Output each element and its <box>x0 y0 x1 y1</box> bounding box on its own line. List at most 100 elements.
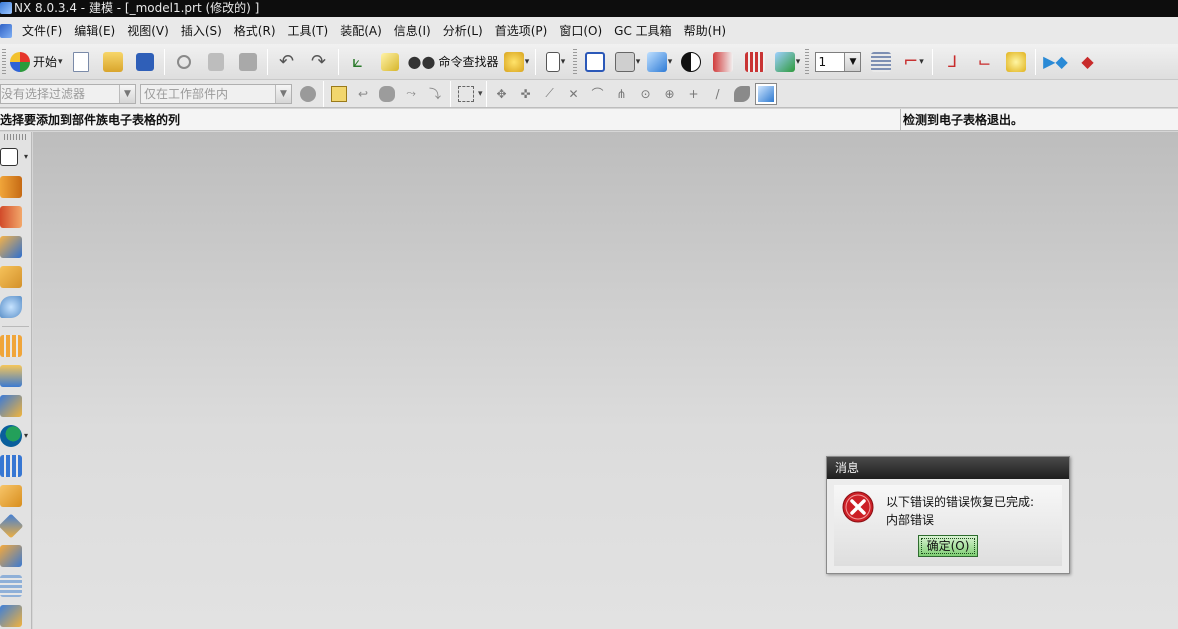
tangent-curves-button[interactable]: ⤳ <box>400 83 422 105</box>
intersection-snap-button[interactable]: ✕ <box>563 83 585 105</box>
tangent-snap-button[interactable]: ⊕ <box>659 83 681 105</box>
block-icon <box>0 236 22 258</box>
paste-button[interactable] <box>234 48 262 76</box>
layer-settings-button[interactable] <box>867 48 895 76</box>
selection-scope-select[interactable]: 仅在工作部件内 ▼ <box>140 83 292 104</box>
start-button[interactable]: 开始 <box>10 48 63 76</box>
midpoint-snap-button[interactable]: ✜ <box>515 83 537 105</box>
revolve-icon <box>0 206 22 228</box>
rotate-wcs-button[interactable] <box>1002 48 1030 76</box>
toolbar-grip[interactable] <box>2 48 6 75</box>
chevron-down-icon[interactable]: ▾ <box>478 89 483 99</box>
section-view-button[interactable] <box>709 48 737 76</box>
sketch-button[interactable] <box>0 142 31 172</box>
chevron-down-icon[interactable]: ▼ <box>119 84 135 103</box>
menu-tools[interactable]: 工具(T) <box>282 22 335 39</box>
shell-button[interactable] <box>0 541 31 571</box>
origin-button[interactable]: ⅃ <box>938 48 966 76</box>
menu-window[interactable]: 窗口(O) <box>553 22 608 39</box>
existing-point-snap-button[interactable]: + <box>683 83 705 105</box>
menu-view[interactable]: 视图(V) <box>121 22 175 39</box>
edge-blend-button[interactable] <box>0 292 31 322</box>
view-selection-button[interactable] <box>754 82 777 105</box>
mirror-button[interactable] <box>0 601 31 629</box>
menu-insert[interactable]: 插入(S) <box>175 22 228 39</box>
clip-section-button[interactable] <box>741 48 769 76</box>
face-rule-button[interactable] <box>376 83 398 105</box>
wcs-dynamics-button[interactable]: ⌙ <box>970 48 998 76</box>
point-set-icon <box>0 395 22 417</box>
curve-rule-button[interactable]: ↩ <box>352 83 374 105</box>
redo-button[interactable]: ↷ <box>305 48 333 76</box>
point-on-surface-snap-button[interactable] <box>731 83 753 105</box>
redo-icon: ↷ <box>311 51 327 72</box>
toolbar-grip[interactable] <box>805 48 810 75</box>
simulation-button[interactable]: ◆ <box>1073 48 1101 76</box>
snap-point-button[interactable] <box>328 83 350 105</box>
endpoint-snap-button[interactable]: ✥ <box>491 83 513 105</box>
plus-point-icon: + <box>688 86 699 101</box>
unite-button[interactable] <box>0 421 31 451</box>
feature-curves-button[interactable]: ⤵ <box>424 83 446 105</box>
chevron-down-icon[interactable]: ▼ <box>844 52 861 71</box>
menu-format[interactable]: 格式(R) <box>228 22 282 39</box>
quadrant-snap-button[interactable]: ⋔ <box>611 83 633 105</box>
menu-analysis[interactable]: 分析(L) <box>437 22 489 39</box>
command-finder-button[interactable]: ●● 命令查找器 <box>408 48 499 76</box>
center-snap-button[interactable]: ⊙ <box>635 83 657 105</box>
draft-button[interactable] <box>0 511 31 541</box>
wcs-button[interactable]: ⟀ <box>344 48 372 76</box>
part-navigator-button[interactable] <box>376 48 404 76</box>
nx-menu-icon[interactable] <box>0 23 12 38</box>
toolbar-grip[interactable] <box>573 48 578 75</box>
work-layer-select[interactable]: 1 ▼ <box>815 51 862 72</box>
rectangle-select-button[interactable] <box>455 83 477 105</box>
chevron-down-icon[interactable]: ▼ <box>275 84 291 103</box>
pattern-button[interactable] <box>0 331 31 361</box>
orient-view-button[interactable] <box>645 48 673 76</box>
offset-face-button[interactable] <box>0 481 31 511</box>
offset-face-icon <box>0 485 22 507</box>
show-hide-button[interactable] <box>773 48 801 76</box>
point-on-curve-snap-button[interactable]: / <box>707 83 729 105</box>
hole-button[interactable] <box>0 262 31 292</box>
move-to-layer-button[interactable]: ⌐ <box>899 48 927 76</box>
arc-center-snap-button[interactable]: ⌒ <box>587 83 609 105</box>
draft-icon <box>0 513 24 539</box>
ok-button[interactable]: 确定(O) <box>918 535 978 557</box>
fit-icon <box>585 51 606 72</box>
menu-assembly[interactable]: 装配(A) <box>334 22 388 39</box>
extrude-button[interactable] <box>0 172 31 202</box>
render-style-button[interactable] <box>613 48 641 76</box>
block-button[interactable] <box>0 232 31 262</box>
background-button[interactable] <box>677 48 705 76</box>
fit-view-button[interactable] <box>581 48 609 76</box>
menu-preferences[interactable]: 首选项(P) <box>489 22 554 39</box>
menu-help[interactable]: 帮助(H) <box>678 22 732 39</box>
thicken-button[interactable] <box>0 571 31 601</box>
menu-file[interactable]: 文件(F) <box>16 22 68 39</box>
selection-toolbar: 没有选择过滤器 ▼ 仅在工作部件内 ▼ ↩ ⤳ ⤵ ▾ ✥ ✜ ⟋ ✕ ⌒ ⋔ … <box>0 80 1178 108</box>
general-selection-button[interactable] <box>297 83 319 105</box>
open-button[interactable] <box>99 48 127 76</box>
save-button[interactable] <box>131 48 159 76</box>
control-point-snap-button[interactable]: ⟋ <box>539 83 561 105</box>
trim-body-button[interactable] <box>0 451 31 481</box>
menu-info[interactable]: 信息(I) <box>388 22 437 39</box>
menu-gc-toolbox[interactable]: GC 工具箱 <box>608 22 678 39</box>
touch-mode-button[interactable] <box>502 48 530 76</box>
dialog-title: 消息 <box>827 457 1069 479</box>
pattern-icon <box>0 335 22 357</box>
type-filter-select[interactable]: 没有选择过滤器 ▼ <box>0 83 136 104</box>
datum-plane-button[interactable] <box>0 361 31 391</box>
undo-button[interactable]: ↶ <box>273 48 301 76</box>
point-set-button[interactable] <box>0 391 31 421</box>
cut-button[interactable] <box>170 48 198 76</box>
copy-button[interactable] <box>202 48 230 76</box>
motion-button[interactable]: ▶◆ <box>1041 48 1069 76</box>
toolbar-grip[interactable] <box>4 134 27 140</box>
menu-edit[interactable]: 编辑(E) <box>68 22 121 39</box>
information-button[interactable] <box>541 48 569 76</box>
new-button[interactable] <box>67 48 95 76</box>
revolve-button[interactable] <box>0 202 31 232</box>
